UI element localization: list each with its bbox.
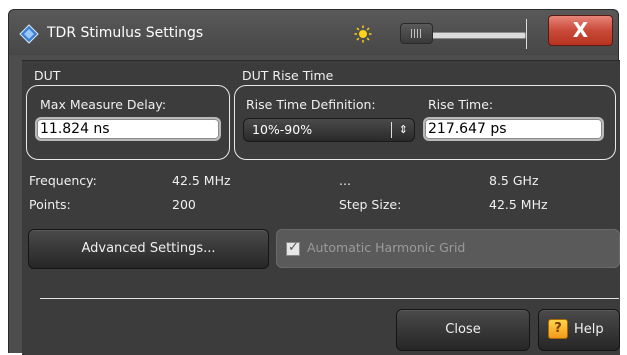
rise-time-input[interactable]: 217.647 ps: [423, 117, 604, 141]
window-title: TDR Stimulus Settings: [47, 25, 204, 41]
harmonic-grid-checkbox[interactable]: ✓: [286, 240, 300, 256]
harmonic-grid-panel: ✓ Automatic Harmonic Grid: [276, 229, 620, 268]
slider-end-marker: [526, 19, 527, 49]
help-icon: ?: [548, 319, 568, 339]
help-button-label: Help: [574, 322, 604, 337]
harmonic-grid-label: Automatic Harmonic Grid: [307, 240, 466, 255]
rise-definition-select[interactable]: 10%-90% ⇕: [243, 118, 415, 142]
points-value: 200: [172, 197, 196, 212]
frequency-start-value: 42.5 MHz: [172, 173, 231, 188]
brightness-slider-handle[interactable]: [400, 23, 433, 44]
separator-line: [40, 298, 619, 299]
checkmark-icon: ✓: [288, 240, 299, 255]
frequency-range-separator: ...: [339, 173, 351, 188]
rise-definition-label: Rise Time Definition:: [246, 97, 376, 112]
max-delay-input[interactable]: 11.824 ns: [35, 117, 221, 141]
dialog-body: DUT Max Measure Delay: 11.824 ns DUT Ris…: [22, 60, 620, 355]
advanced-settings-button[interactable]: Advanced Settings...: [28, 229, 269, 269]
window-close-button[interactable]: X: [548, 15, 613, 46]
step-size-value: 42.5 MHz: [489, 197, 548, 212]
app-icon: [19, 24, 39, 44]
rise-definition-value: 10%-90%: [252, 122, 313, 137]
brightness-icon: [354, 25, 372, 43]
rise-time-label: Rise Time:: [428, 97, 494, 112]
help-button[interactable]: ? Help: [538, 309, 620, 351]
step-size-label: Step Size:: [339, 197, 402, 212]
close-button[interactable]: Close: [396, 309, 530, 351]
rise-time-group-label: DUT Rise Time: [242, 68, 334, 83]
dialog-window: TDR Stimulus Settings X DUT Max Measure …: [8, 9, 620, 355]
frequency-label: Frequency:: [29, 173, 97, 188]
close-icon: X: [572, 18, 589, 42]
points-label: Points:: [29, 197, 71, 212]
frequency-stop-value: 8.5 GHz: [489, 173, 539, 188]
max-delay-label: Max Measure Delay:: [40, 97, 167, 112]
dut-group-label: DUT: [34, 68, 61, 83]
title-bar[interactable]: TDR Stimulus Settings X: [9, 10, 618, 55]
spinner-arrows-icon: ⇕: [398, 123, 408, 136]
